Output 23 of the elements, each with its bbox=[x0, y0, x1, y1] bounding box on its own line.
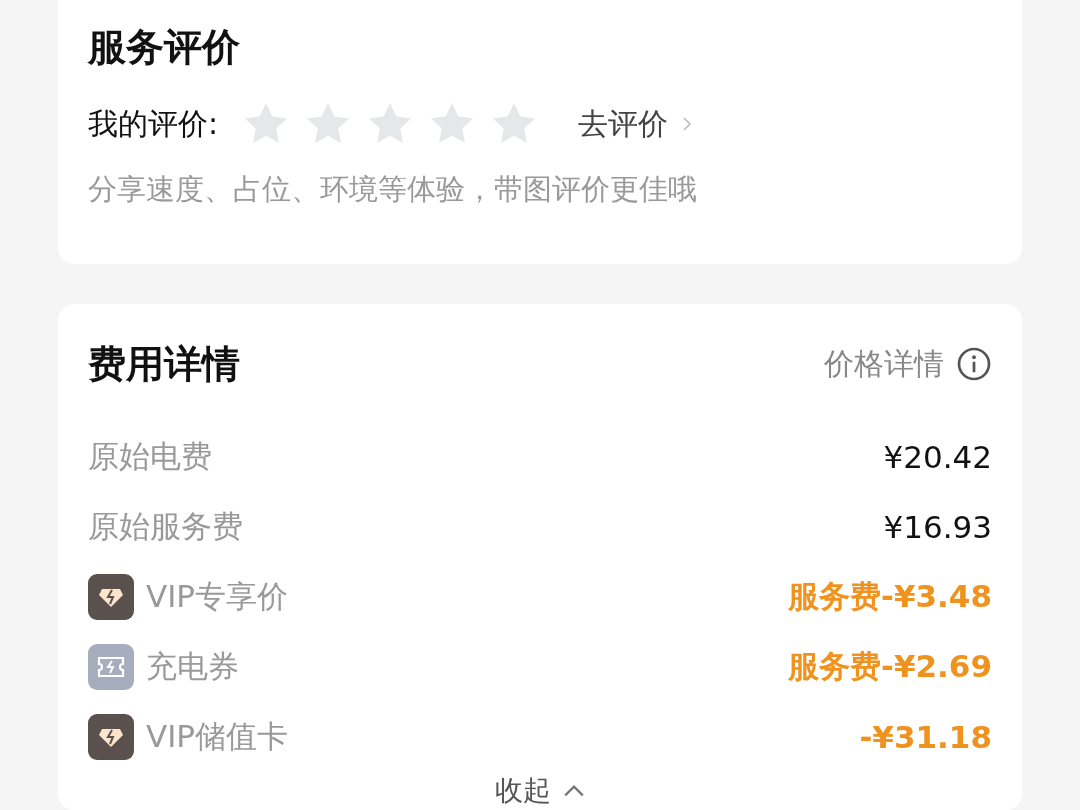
fee-amount: 服务费-¥2.69 bbox=[788, 647, 992, 686]
chevron-right-icon bbox=[682, 116, 693, 132]
fee-amount: -¥31.18 bbox=[859, 719, 992, 755]
collapse-button[interactable]: 收起 bbox=[495, 772, 585, 810]
fee-label: VIP专享价 bbox=[146, 577, 289, 616]
section-title: 费用详情 bbox=[88, 345, 240, 383]
fee-label: 原始电费 bbox=[88, 437, 212, 476]
fee-label: 原始服务费 bbox=[88, 507, 243, 546]
fee-label: 充电券 bbox=[146, 647, 239, 686]
fee-amount: ¥20.42 bbox=[883, 439, 992, 475]
price-details-link[interactable]: 价格详情 bbox=[824, 343, 992, 385]
ticket-icon bbox=[88, 644, 134, 690]
info-icon bbox=[956, 346, 992, 382]
rating-label: 我的评价: bbox=[88, 104, 219, 143]
diamond-bolt-icon bbox=[88, 574, 134, 620]
review-hint: 分享速度、占位、环境等体验，带图评价更佳哦 bbox=[88, 171, 698, 208]
chevron-up-icon bbox=[563, 784, 585, 798]
diamond-bolt-icon bbox=[88, 714, 134, 760]
fee-amount: ¥16.93 bbox=[883, 509, 992, 545]
fee-amount: 服务费-¥3.48 bbox=[788, 577, 992, 616]
fee-label: VIP储值卡 bbox=[146, 717, 289, 756]
rate-link[interactable]: 去评价 bbox=[578, 103, 693, 145]
section-title: 服务评价 bbox=[88, 28, 241, 66]
